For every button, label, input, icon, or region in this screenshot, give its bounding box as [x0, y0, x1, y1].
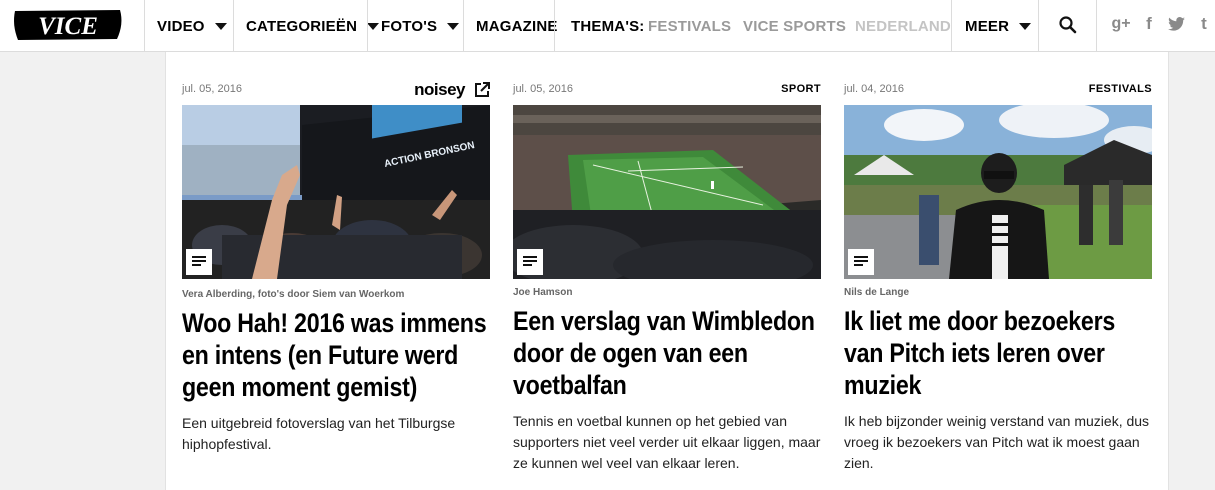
- nav-photos[interactable]: FOTO'S: [381, 0, 460, 52]
- article-byline: Nils de Lange: [844, 287, 910, 298]
- article-meta: jul. 05, 2016 SPORT: [513, 83, 821, 99]
- theme-vice-sports[interactable]: VICE SPORTS: [743, 0, 846, 52]
- nav-divider: [951, 0, 952, 52]
- nav-more-label: MEER: [965, 17, 1010, 35]
- noisey-brand[interactable]: noisey: [414, 80, 490, 100]
- chevron-down-icon: [367, 22, 380, 30]
- article-meta: jul. 05, 2016 noisey: [182, 80, 490, 100]
- article-type-icon: [517, 249, 543, 275]
- nav-divider: [367, 0, 368, 52]
- nav-divider: [1038, 0, 1039, 52]
- article-meta: jul. 04, 2016 FESTIVALS: [844, 83, 1152, 99]
- nav-divider: [463, 0, 464, 52]
- article-image[interactable]: [513, 105, 821, 279]
- article-title[interactable]: Een verslag van Wimbledon door de ogen v…: [513, 305, 823, 401]
- nav-magazine-label: MAGAZINE: [476, 17, 558, 35]
- festival-stage-photo: ACTION BRONSON: [182, 105, 490, 279]
- festival-visitor-photo: [844, 105, 1152, 279]
- theme-festivals-label: FESTIVALS: [648, 17, 732, 35]
- article-section[interactable]: SPORT: [781, 83, 821, 95]
- chevron-down-icon: [214, 22, 227, 30]
- nav-divider: [233, 0, 234, 52]
- article-type-icon: [186, 249, 212, 275]
- nav-video-label: VIDEO: [157, 17, 205, 35]
- article-section[interactable]: FESTIVALS: [1089, 83, 1152, 95]
- article-type-icon: [848, 249, 874, 275]
- themes-label: THEMA'S:: [571, 0, 645, 52]
- logo-text: VICE: [38, 13, 98, 40]
- chevron-down-icon: [447, 22, 460, 30]
- vice-logo[interactable]: VICE: [12, 7, 124, 43]
- facebook-icon[interactable]: f: [1141, 13, 1157, 35]
- noisey-logo: noisey: [414, 80, 465, 99]
- themes-label-text: THEMA'S:: [571, 17, 645, 35]
- theme-nederland-label: NEDERLAND: [855, 17, 951, 35]
- article-date: jul. 05, 2016: [182, 83, 242, 95]
- nav-more[interactable]: MEER: [965, 0, 1032, 52]
- article-title[interactable]: Woo Hah! 2016 was immens en intens (en F…: [182, 307, 492, 403]
- google-plus-glyph: g+: [1111, 15, 1131, 32]
- nav-divider: [554, 0, 555, 52]
- nav-divider: [1096, 0, 1097, 52]
- article-title[interactable]: Ik liet me door bezoekers van Pitch iets…: [844, 305, 1154, 401]
- twitter-icon[interactable]: [1166, 13, 1186, 35]
- facebook-glyph: f: [1146, 14, 1152, 33]
- top-navigation: VICE VIDEO CATEGORIEËN FOTO'S MAGAZINE T…: [0, 0, 1215, 52]
- nav-photos-label: FOTO'S: [381, 17, 438, 35]
- search-icon[interactable]: [1058, 14, 1078, 36]
- nav-divider: [144, 0, 145, 52]
- nav-magazine[interactable]: MAGAZINE: [476, 0, 558, 52]
- article-date: jul. 04, 2016: [844, 83, 904, 95]
- article-description: Tennis en voetbal kunnen op het gebied v…: [513, 413, 821, 471]
- google-plus-icon[interactable]: g+: [1110, 13, 1132, 35]
- external-link-icon: [475, 82, 490, 97]
- theme-vice-sports-label: VICE SPORTS: [743, 17, 847, 35]
- tumblr-glyph: t: [1201, 14, 1207, 33]
- theme-festivals[interactable]: FESTIVALS: [648, 0, 731, 52]
- nav-categories-label: CATEGORIEËN: [246, 17, 358, 35]
- tennis-court-photo: [513, 105, 821, 279]
- article-date: jul. 05, 2016: [513, 83, 573, 95]
- article-image[interactable]: ACTION BRONSON: [182, 105, 490, 279]
- article-image[interactable]: [844, 105, 1152, 279]
- theme-nederland[interactable]: NEDERLAND: [855, 0, 951, 52]
- nav-video[interactable]: VIDEO: [157, 0, 227, 52]
- article-description: Een uitgebreid fotoverslag van het Tilbu…: [182, 415, 456, 452]
- nav-categories[interactable]: CATEGORIEËN: [246, 0, 380, 52]
- article-description: Ik heb bijzonder weinig verstand van muz…: [844, 413, 1150, 471]
- tumblr-icon[interactable]: t: [1197, 13, 1211, 35]
- article-byline: Vera Alberding, foto's door Siem van Woe…: [182, 289, 405, 300]
- article-byline: Joe Hamson: [513, 287, 573, 298]
- article-grid: jul. 05, 2016 noisey ACTION BRONSON Vera…: [165, 52, 1169, 490]
- chevron-down-icon: [1019, 22, 1032, 30]
